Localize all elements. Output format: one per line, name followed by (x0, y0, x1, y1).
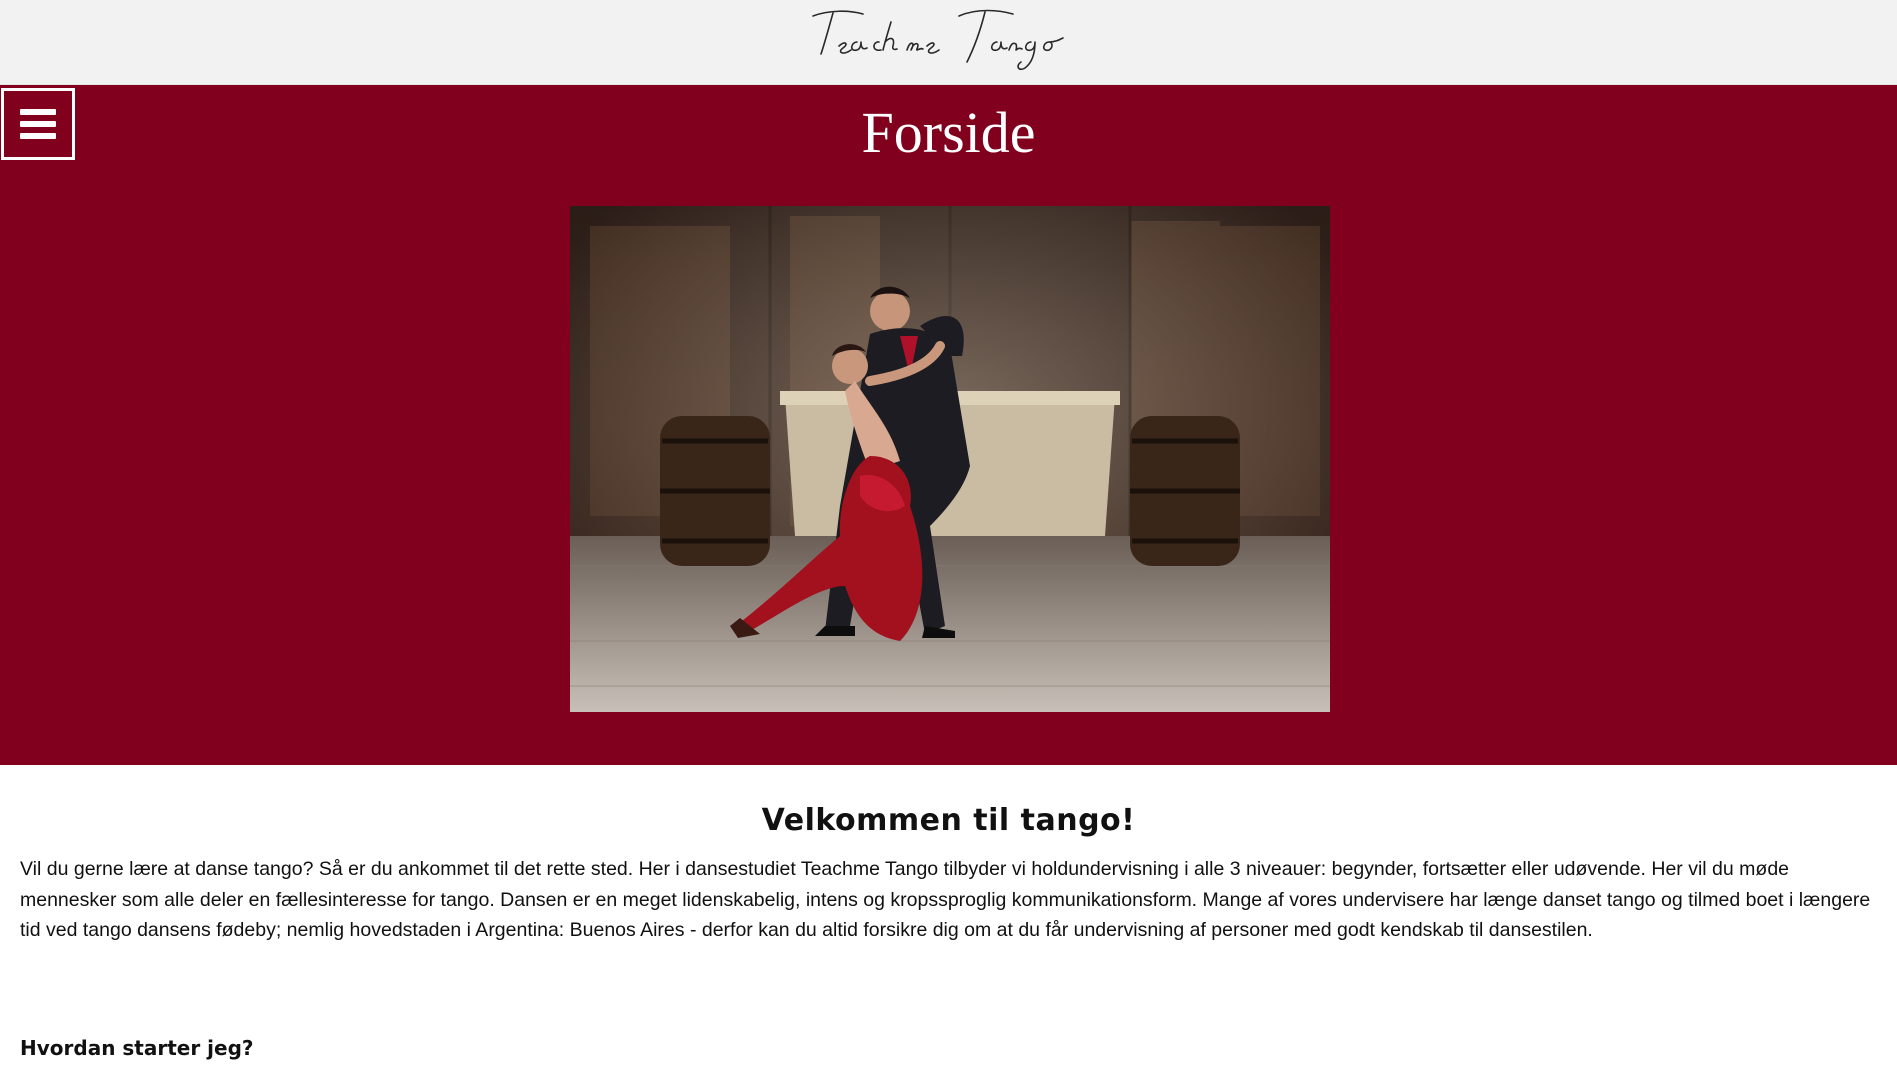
top-header (0, 0, 1897, 85)
hero-banner: Forside (0, 85, 1897, 765)
intro-paragraph: Vil du gerne lære at danse tango? Så er … (20, 858, 1871, 941)
page-title: Forside (861, 100, 1036, 165)
site-logo[interactable] (799, 2, 1099, 82)
main-content: Velkommen til tango! Vil du gerne lære a… (0, 803, 1897, 1060)
welcome-heading: Velkommen til tango! (761, 803, 1136, 838)
tango-dancers-image (570, 206, 1330, 712)
how-to-start-heading: Hvordan starter jeg? (20, 1035, 254, 1060)
